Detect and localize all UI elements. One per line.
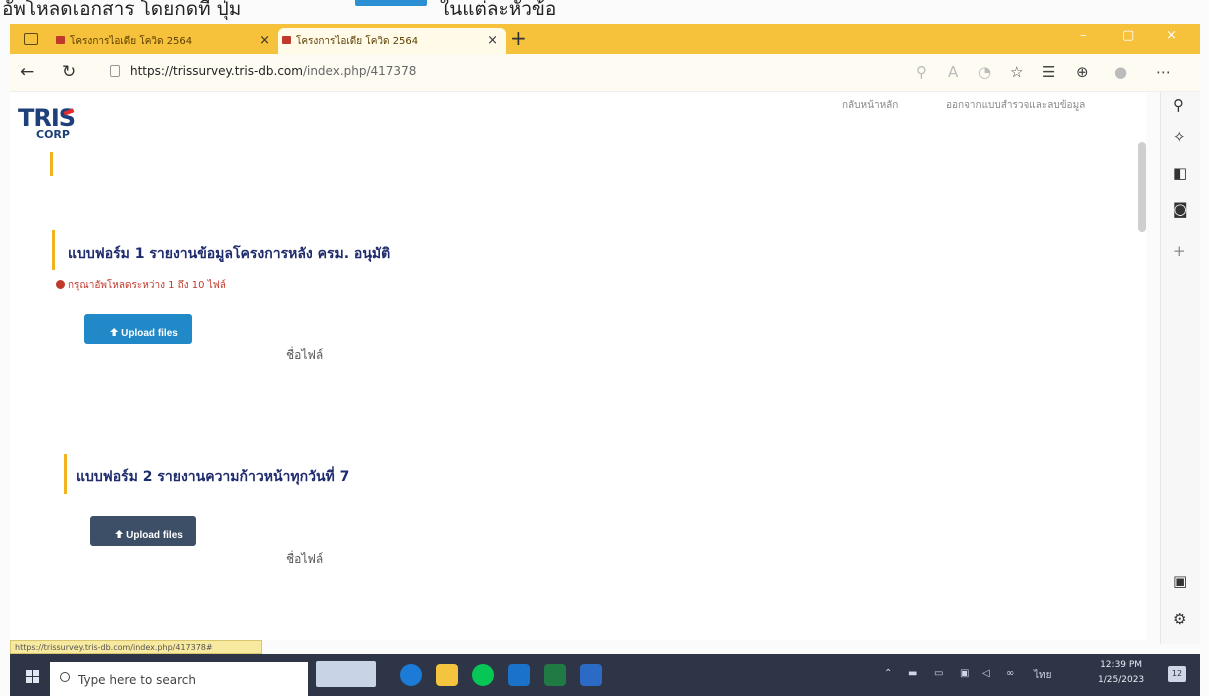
browser-tab-bar: โครงการไอเดีย โควิด 2564 × โครงการไอเดีย…: [10, 24, 1200, 54]
alert-icon: [56, 280, 65, 289]
search-placeholder: Type here to search: [78, 673, 196, 687]
document-caption: อัพโหลดเอกสาร โดยกดที่ ปุ่ม ในแต่ละหัวข้…: [0, 0, 1209, 20]
word-app-icon[interactable]: [580, 664, 602, 686]
tray-app-icon[interactable]: ▬: [908, 668, 917, 679]
search-icon[interactable]: ⚲: [1173, 96, 1184, 114]
tray-display-icon[interactable]: ▣: [960, 668, 969, 679]
zoom-icon[interactable]: ⚲: [916, 63, 927, 81]
excel-app-icon[interactable]: [544, 664, 566, 686]
volume-icon[interactable]: ◁: [982, 668, 990, 679]
url-path: /index.php/417378: [302, 64, 417, 78]
new-tab-button[interactable]: +: [510, 26, 527, 50]
notification-badge[interactable]: 12: [1168, 666, 1186, 682]
windows-start-icon[interactable]: [26, 670, 40, 684]
upload-notice: กรุณาอัพโหลดระหว่าง 1 ถึง 10 ไฟล์: [56, 278, 226, 293]
more-menu-icon[interactable]: ⋯: [1156, 63, 1171, 81]
url-field[interactable]: https://trissurvey.tris-db.com/index.php…: [100, 60, 820, 84]
clock-time: 12:39 PM: [1100, 660, 1143, 670]
profile-avatar-icon[interactable]: ●: [1114, 63, 1127, 81]
upload-files-button-2[interactable]: Upload files: [90, 516, 196, 546]
clock-date: 1/25/2023: [1098, 675, 1145, 685]
tris-logo[interactable]: TRIS CORP: [18, 104, 78, 144]
back-to-home-link[interactable]: กลับหน้าหลัก: [842, 98, 898, 113]
line-app-icon[interactable]: [472, 664, 494, 686]
close-window-button[interactable]: ×: [1166, 28, 1177, 43]
input-language[interactable]: ไทย: [1034, 668, 1051, 683]
browser-tab-1[interactable]: โครงการไอเดีย โควิด 2564 ×: [52, 28, 278, 54]
notice-text: กรุณาอัพโหลดระหว่าง 1 ถึง 10 ไฟล์: [68, 280, 226, 291]
browser-tab-2-active[interactable]: โครงการไอเดีย โควิด 2564 ×: [278, 28, 506, 54]
edge-app-icon[interactable]: [400, 664, 422, 686]
section-marker: [52, 230, 55, 270]
settings-gear-icon[interactable]: ⚙: [1173, 610, 1186, 628]
upload-files-button-1[interactable]: Upload files: [84, 314, 192, 344]
add-tool-icon[interactable]: +: [1173, 242, 1186, 260]
upload-button-label: Upload files: [126, 530, 183, 541]
refresh-icon[interactable]: ↻: [62, 62, 76, 82]
favorite-star-icon[interactable]: ☆: [1010, 63, 1023, 81]
discover-icon[interactable]: ✧: [1173, 128, 1186, 146]
caption-text-before: อัพโหลดเอกสาร โดยกดที่ ปุ่ม: [2, 0, 242, 20]
back-arrow-icon[interactable]: ←: [20, 62, 34, 82]
page-scrollbar[interactable]: [1138, 142, 1146, 232]
app-thumbnail[interactable]: [316, 661, 376, 687]
search-icon: [60, 672, 70, 682]
mail-app-icon[interactable]: [508, 664, 530, 686]
upload-icon: [110, 328, 119, 336]
taskbar-search-box[interactable]: Type here to search: [50, 662, 308, 696]
caption-text-after: ในแต่ละหัวข้อ: [440, 0, 557, 20]
taskbar-clock[interactable]: 12:39 PM 1/25/2023: [1098, 658, 1144, 688]
collections-icon[interactable]: ⊕: [1076, 63, 1089, 81]
close-tab-icon[interactable]: ×: [487, 33, 498, 48]
screenshot: อัพโหลดเอกสาร โดยกดที่ ปุ่ม ในแต่ละหัวข้…: [0, 0, 1209, 696]
yellow-marker: [50, 152, 53, 176]
address-bar-row: ← ↻ https://trissurvey.tris-db.com/index…: [10, 54, 1200, 92]
exit-survey-link[interactable]: ออกจากแบบสำรวจและลบข้อมูล: [946, 98, 1085, 113]
caption-button-snippet: [355, 0, 427, 6]
extension-icon[interactable]: ◔: [978, 63, 991, 81]
link-status-tooltip: https://trissurvey.tris-db.com/index.php…: [10, 640, 262, 654]
favicon-icon: [56, 36, 65, 44]
tab-title: โครงการไอเดีย โควิด 2564: [296, 36, 419, 47]
edge-sidebar: ⚲ ✧ ◧ ◙ + ▣ ⚙: [1160, 92, 1200, 644]
tray-link-icon[interactable]: ∞: [1006, 668, 1014, 679]
section-marker: [64, 454, 67, 494]
tray-overflow-icon[interactable]: ⌃: [884, 668, 892, 679]
minimize-button[interactable]: –: [1080, 28, 1087, 43]
filename-label-1: ชื่อไฟล์: [286, 348, 324, 362]
lock-icon: [110, 65, 120, 77]
section-2-title: แบบฟอร์ม 2 รายงานความก้าวหน้าทุกวันที่ 7: [76, 469, 350, 485]
sidebar-toggle-icon[interactable]: ▣: [1173, 572, 1187, 590]
tab-title: โครงการไอเดีย โควิด 2564: [70, 36, 193, 47]
read-aloud-icon[interactable]: A: [948, 63, 958, 81]
upload-button-label: Upload files: [121, 328, 178, 339]
logo-subtext: CORP: [36, 128, 70, 141]
office-icon[interactable]: ◧: [1173, 164, 1187, 182]
favorites-list-icon[interactable]: ☰: [1042, 63, 1055, 81]
outlook-icon[interactable]: ◙: [1173, 200, 1188, 218]
web-page: TRIS CORP กลับหน้าหลัก ออกจากแบบสำรวจและ…: [10, 92, 1146, 640]
filename-label-2: ชื่อไฟล์: [286, 552, 324, 566]
maximize-button[interactable]: ▢: [1122, 28, 1134, 43]
close-tab-icon[interactable]: ×: [259, 33, 270, 48]
tray-network-icon[interactable]: ▭: [934, 668, 943, 679]
windows-taskbar: Type here to search ⌃ ▬ ▭ ▣ ◁ ∞ ไทย 12:3…: [10, 654, 1200, 696]
favicon-icon: [282, 36, 291, 44]
tab-actions-icon[interactable]: [24, 33, 38, 45]
upload-icon: [115, 530, 124, 538]
file-explorer-icon[interactable]: [436, 664, 458, 686]
url-host: https://trissurvey.tris-db.com: [130, 64, 303, 78]
section-1-title: แบบฟอร์ม 1 รายงานข้อมูลโครงการหลัง ครม. …: [68, 246, 391, 262]
